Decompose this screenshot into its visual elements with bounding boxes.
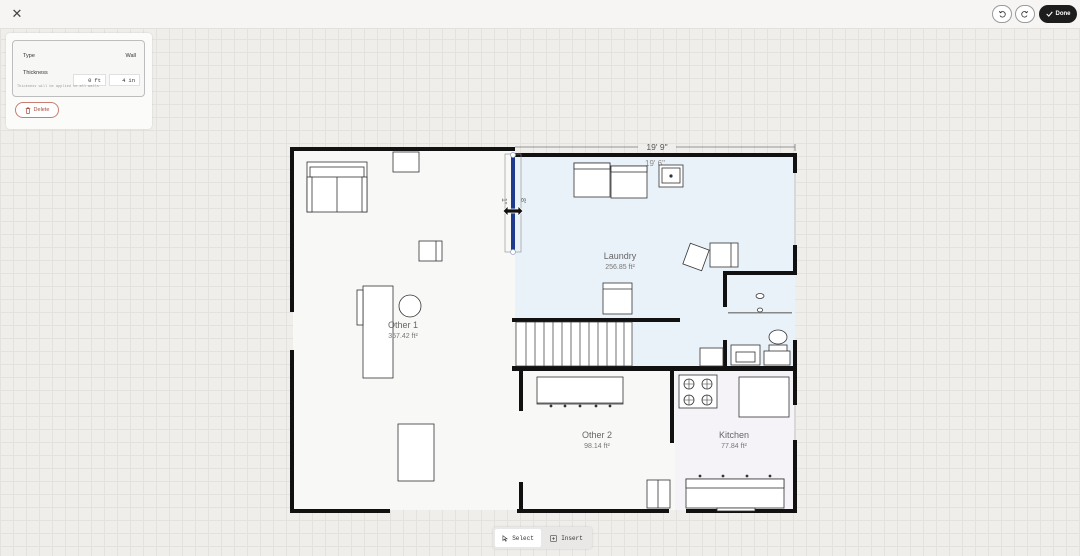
fridge-icon	[738, 376, 790, 418]
stove-icon	[678, 374, 718, 409]
laundry-cabinet-icon	[602, 282, 633, 315]
wall-dimension-a: 1"	[500, 198, 507, 205]
overall-dimension-label: 19' 9"	[646, 142, 667, 152]
insert-tool-button[interactable]: Insert	[543, 529, 590, 547]
side-table-icon	[392, 151, 420, 173]
insert-icon	[550, 534, 557, 542]
hall-cabinet-icon	[699, 347, 724, 367]
wall-dimension-b: 8'	[519, 198, 526, 203]
floor-plan[interactable]: 19' 9" 19' 6" 1" 8' Laundry 256.85 ft² O…	[0, 0, 1080, 556]
laundry-armchair-icon	[682, 242, 739, 272]
select-tool-label: Select	[512, 534, 534, 542]
laundry-sink-icon	[658, 164, 684, 188]
tool-switcher: Select Insert	[493, 527, 592, 549]
overall-dimension: 19' 9"	[515, 142, 796, 152]
room-label-other-1: Other 1	[388, 320, 418, 330]
insert-tool-label: Insert	[561, 534, 583, 542]
wall-endpoint-handle-top[interactable]	[510, 152, 516, 158]
round-table-icon	[398, 294, 422, 318]
room-area-other-2: 98.14 ft²	[584, 443, 610, 450]
room-label-kitchen: Kitchen	[719, 430, 749, 440]
other2-cabinet-icon	[646, 479, 671, 509]
armchair-icon	[418, 240, 443, 262]
kitchen-counter-icon	[685, 474, 785, 509]
staircase	[515, 321, 633, 367]
bath-sink-icon	[755, 293, 765, 299]
room-area-other-1: 357.42 ft²	[388, 333, 418, 340]
window-icon	[716, 507, 756, 512]
select-tool-button[interactable]: Select	[495, 529, 541, 547]
room-area-laundry: 256.85 ft²	[605, 264, 635, 271]
wall-endpoint-handle-bottom[interactable]	[510, 249, 516, 255]
cursor-icon	[502, 534, 509, 542]
counter-icon	[536, 376, 624, 408]
drain-icon	[757, 307, 763, 313]
vanity-icon	[730, 344, 761, 366]
cabinet-icon	[397, 423, 435, 482]
sofa-icon	[306, 161, 368, 213]
room-area-kitchen: 77.84 ft²	[721, 443, 747, 450]
room-label-laundry: Laundry	[604, 251, 637, 261]
room-label-other-2: Other 2	[582, 430, 612, 440]
